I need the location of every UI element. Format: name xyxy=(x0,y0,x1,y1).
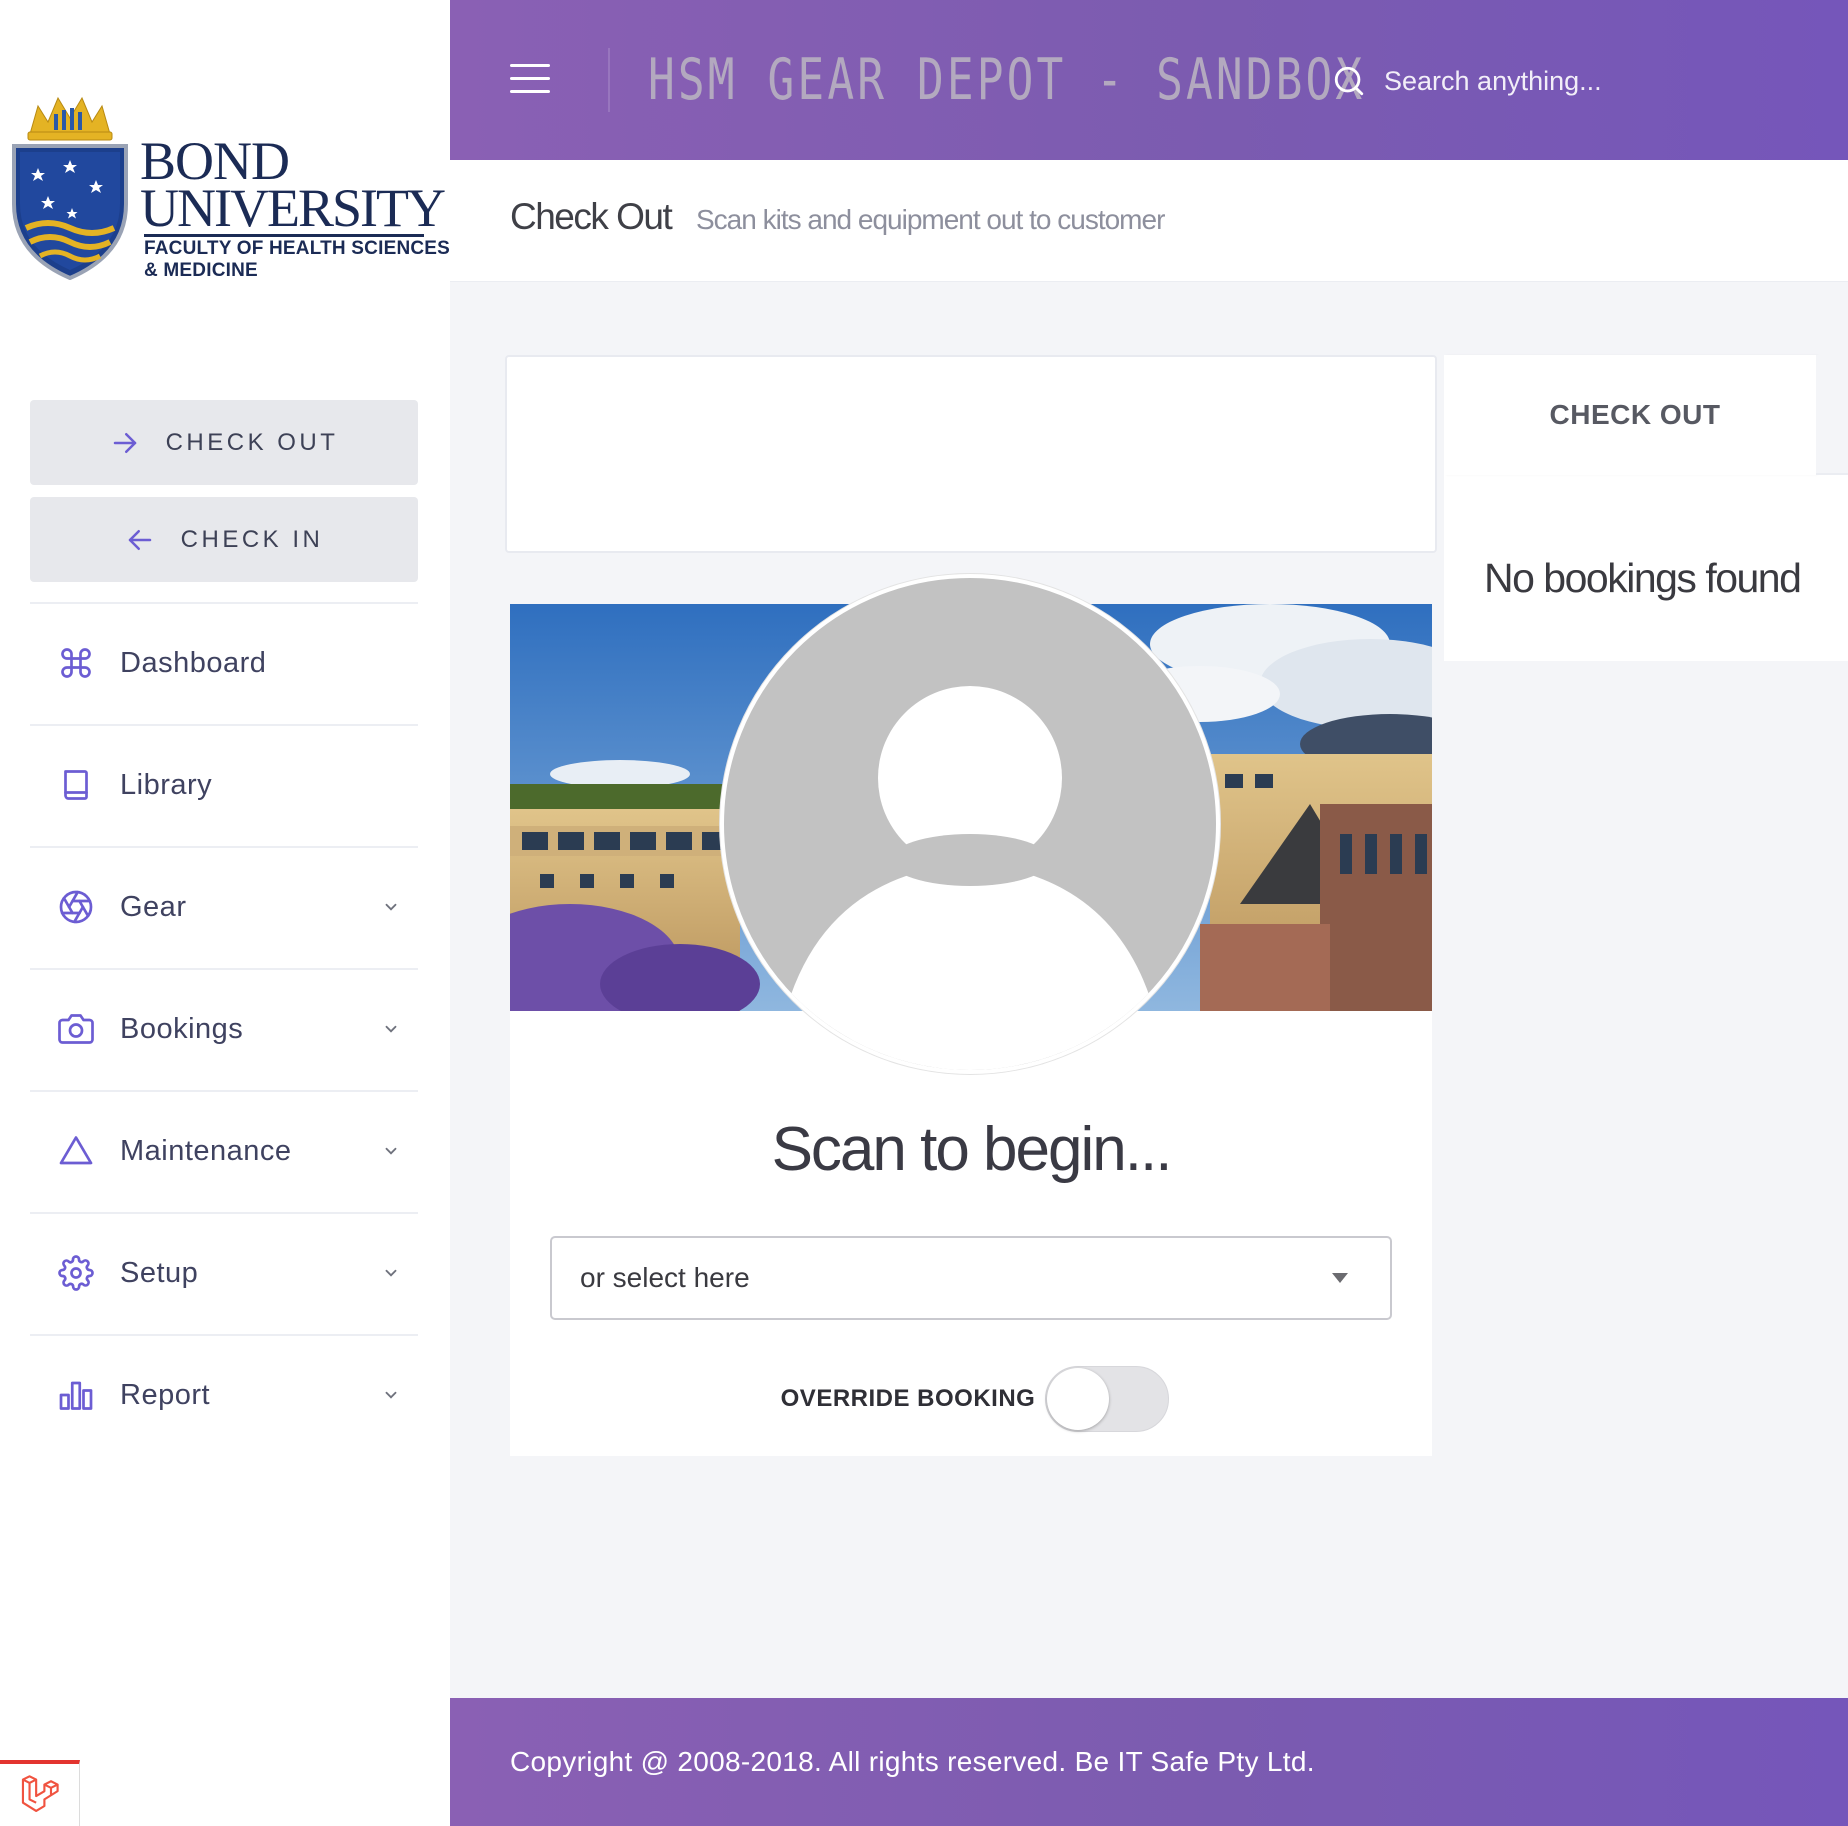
sidebar-item-report[interactable]: Report xyxy=(30,1335,418,1455)
logo-wordmark-university: UNIVERSITY xyxy=(140,178,446,238)
university-crest-icon xyxy=(12,96,128,280)
top-header: HSM GEAR DEPOT - SANDBOX xyxy=(450,0,1848,160)
tab-check-out[interactable]: CHECK OUT xyxy=(1444,355,1816,475)
check-out-button[interactable]: CHECK OUT xyxy=(30,400,418,485)
triangle-icon xyxy=(58,1133,94,1169)
bond-university-logo[interactable]: BOND UNIVERSITY FACULTY OF HEALTH SCIENC… xyxy=(8,84,451,284)
command-icon xyxy=(58,645,94,681)
page-title: Check Out xyxy=(510,196,673,237)
hamburger-icon[interactable] xyxy=(510,64,550,98)
user-placeholder-icon xyxy=(774,686,1166,1070)
page-subheader: Check Out Scan kits and equipment out to… xyxy=(450,160,1848,282)
check-in-label: CHECK IN xyxy=(180,525,324,553)
debugbar-toggle[interactable] xyxy=(0,1760,80,1826)
logo-divider xyxy=(144,234,424,237)
sidebar-item-maintenance[interactable]: Maintenance xyxy=(30,1091,418,1211)
customer-profile-card: Scan to begin... or select here OVERRIDE… xyxy=(510,574,1432,1456)
sidebar-item-label: Bookings xyxy=(120,1012,244,1045)
laravel-icon xyxy=(21,1775,59,1813)
sidebar-item-label: Maintenance xyxy=(120,1134,292,1167)
customer-select-placeholder: or select here xyxy=(580,1262,750,1293)
book-icon xyxy=(58,767,94,803)
sidebar-item-setup[interactable]: Setup xyxy=(30,1213,418,1333)
app-title: HSM GEAR DEPOT - SANDBOX xyxy=(648,47,1366,113)
sidebar-item-label: Report xyxy=(120,1378,211,1411)
copyright-text: Copyright @ 2008-2018. All rights reserv… xyxy=(510,1746,1315,1777)
tab-check-out-label: CHECK OUT xyxy=(1549,399,1721,430)
bar-chart-icon xyxy=(58,1377,94,1413)
toggle-knob xyxy=(1047,1368,1110,1430)
scan-prompt: Scan to begin... xyxy=(771,1115,1173,1184)
caret-down-icon xyxy=(1332,1273,1348,1283)
aperture-icon xyxy=(58,889,94,925)
check-in-button[interactable]: CHECK IN xyxy=(30,497,418,582)
page-subtitle: Scan kits and equipment out to customer xyxy=(696,204,1165,235)
arrow-right-icon xyxy=(113,432,136,453)
search-bar[interactable] xyxy=(1332,58,1802,104)
search-input[interactable] xyxy=(1384,65,1784,97)
chevron-down-icon xyxy=(382,1020,400,1038)
settings-icon xyxy=(58,1255,94,1291)
sidebar-item-label: Setup xyxy=(120,1256,199,1289)
chevron-down-icon xyxy=(382,898,400,916)
camera-icon xyxy=(58,1011,94,1047)
scan-results-card xyxy=(505,355,1437,553)
sidebar-item-library[interactable]: Library xyxy=(30,725,418,845)
logo-faculty-line-1: FACULTY OF HEALTH SCIENCES xyxy=(144,238,451,259)
tab-strip-edge xyxy=(1816,355,1848,475)
header-divider xyxy=(608,48,610,112)
sidebar: BOND UNIVERSITY FACULTY OF HEALTH SCIENC… xyxy=(0,0,450,1826)
bookings-empty-message: No bookings found xyxy=(1484,555,1802,601)
sidebar-item-gear[interactable]: Gear xyxy=(30,847,418,967)
sidebar-item-bookings[interactable]: Bookings xyxy=(30,969,418,1089)
check-out-label: CHECK OUT xyxy=(165,428,339,456)
logo-faculty-line-2: & MEDICINE xyxy=(144,260,258,281)
override-booking-label: OVERRIDE BOOKING xyxy=(780,1385,1036,1412)
search-icon xyxy=(1334,66,1364,96)
sidebar-item-dashboard[interactable]: Dashboard xyxy=(30,603,418,723)
chevron-down-icon xyxy=(382,1264,400,1282)
chevron-down-icon xyxy=(382,1142,400,1160)
customer-select[interactable]: or select here xyxy=(550,1236,1392,1320)
bookings-panel: CHECK OUT No bookings found xyxy=(1444,355,1848,661)
override-booking-toggle[interactable] xyxy=(1045,1366,1170,1432)
arrow-left-icon xyxy=(128,529,151,550)
sidebar-item-label: Library xyxy=(120,768,213,801)
chevron-down-icon xyxy=(382,1386,400,1404)
sidebar-item-label: Gear xyxy=(120,890,187,923)
sidebar-item-label: Dashboard xyxy=(120,646,267,679)
override-booking-row: OVERRIDE BOOKING xyxy=(510,1366,1432,1432)
footer: Copyright @ 2008-2018. All rights reserv… xyxy=(450,1698,1848,1826)
customer-avatar xyxy=(720,574,1220,1074)
